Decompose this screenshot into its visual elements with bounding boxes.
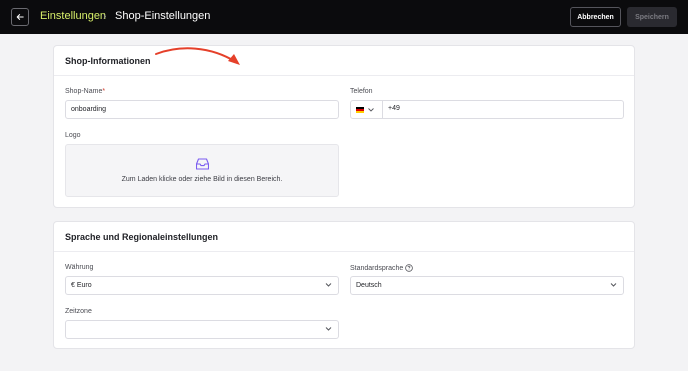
chevron-down-icon bbox=[368, 107, 374, 112]
logo-label: Logo bbox=[65, 132, 81, 139]
timezone-select[interactable] bbox=[65, 320, 339, 339]
phone-label: Telefon bbox=[350, 88, 373, 95]
currency-label: Währung bbox=[65, 264, 94, 271]
language-label: Standardsprache bbox=[350, 264, 414, 272]
shop-name-input[interactable]: onboarding bbox=[65, 100, 339, 119]
logo-upload-hint: Zum Laden klicke oder ziehe Bild in dies… bbox=[121, 176, 283, 183]
back-button[interactable] bbox=[11, 8, 29, 26]
regional-settings-title: Sprache und Regionaleinstellungen bbox=[65, 232, 219, 242]
inbox-icon bbox=[196, 158, 209, 170]
language-value: Deutsch bbox=[356, 282, 382, 289]
phone-field: +49 bbox=[350, 100, 624, 119]
card-divider bbox=[54, 75, 634, 76]
annotation-arrow-icon bbox=[155, 47, 240, 65]
question-circle-icon[interactable] bbox=[405, 264, 414, 272]
language-select[interactable]: Deutsch bbox=[350, 276, 624, 295]
phone-country-select[interactable] bbox=[351, 101, 383, 118]
logo-upload-dropzone[interactable]: Zum Laden klicke oder ziehe Bild in dies… bbox=[65, 144, 339, 197]
regional-settings-card: Sprache und Regionaleinstellungen Währun… bbox=[53, 221, 635, 349]
shop-info-title: Shop-Informationen bbox=[65, 56, 151, 66]
required-marker: * bbox=[102, 88, 106, 95]
currency-value: € Euro bbox=[71, 282, 92, 289]
currency-select[interactable]: € Euro bbox=[65, 276, 339, 295]
page-title: Shop-Einstellungen bbox=[115, 10, 211, 22]
cancel-button[interactable]: Abbrechen bbox=[570, 7, 621, 27]
chevron-down-icon bbox=[325, 327, 332, 331]
phone-input[interactable]: +49 bbox=[388, 105, 400, 112]
germany-flag-icon bbox=[356, 106, 364, 113]
breadcrumb-settings-link[interactable]: Einstellungen bbox=[40, 10, 106, 22]
breadcrumb-separator: › bbox=[103, 11, 107, 22]
shop-info-card: Shop-Informationen Shop-Name* onboarding… bbox=[53, 45, 635, 208]
chevron-down-icon bbox=[325, 283, 332, 287]
chevron-down-icon bbox=[610, 283, 617, 287]
timezone-label: Zeitzone bbox=[65, 308, 92, 315]
top-bar: Einstellungen › Shop-Einstellungen Abbre… bbox=[0, 0, 688, 34]
arrow-left-icon bbox=[16, 14, 24, 20]
shop-name-label: Shop-Name* bbox=[65, 88, 106, 95]
save-button[interactable]: Speichern bbox=[627, 7, 677, 27]
card-divider bbox=[54, 251, 634, 252]
